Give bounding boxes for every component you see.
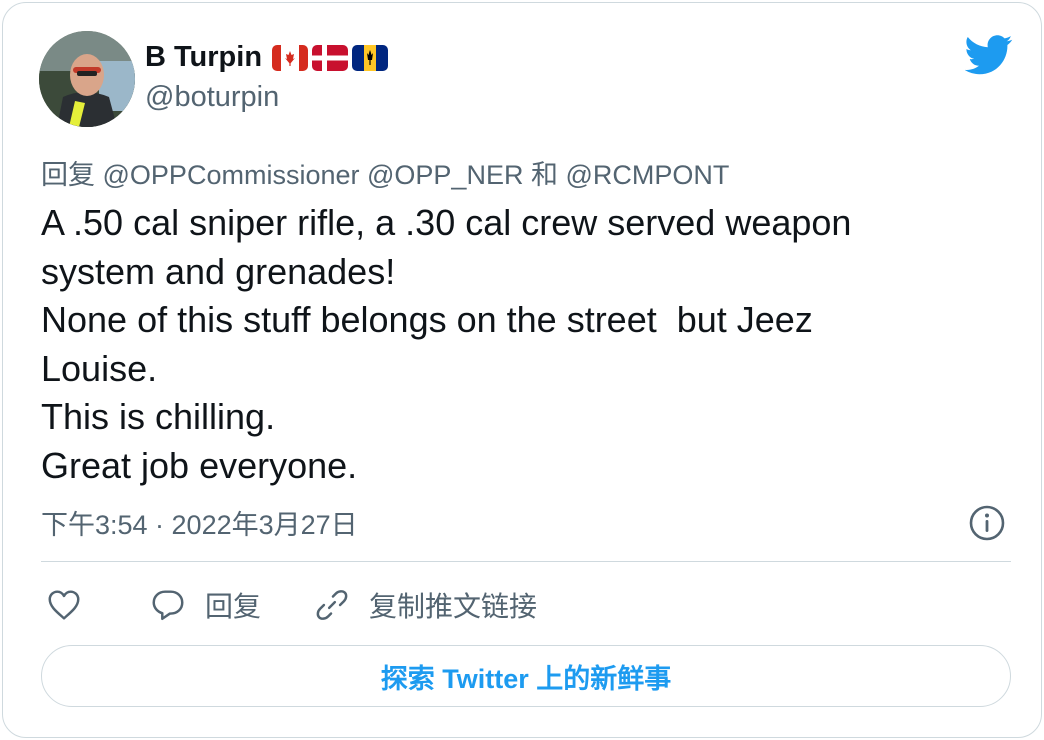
like-button[interactable] [45, 585, 83, 625]
author-handle[interactable]: @boturpin [145, 81, 279, 114]
tweet-line: system and grenades! [41, 250, 396, 292]
flag-group [272, 44, 389, 71]
twitter-bird-icon[interactable] [965, 35, 1013, 75]
barbados-flag-icon [352, 44, 389, 71]
tweet-line: None of this stuff belongs on the street… [41, 299, 813, 340]
comment-icon [152, 590, 184, 621]
reply-conjunction: 和 [530, 160, 558, 190]
tweet-line: This is chilling. [41, 396, 276, 437]
heart-icon [48, 590, 80, 620]
reply-label: 回复 [205, 591, 262, 622]
author-name-row[interactable]: B Turpin [145, 41, 389, 74]
tweet-line: Louise. [41, 347, 158, 389]
copy-link-button[interactable]: 复制推文链接 [313, 585, 537, 625]
reply-handle-opp-commissioner[interactable]: @OPPCommissioner [103, 160, 360, 190]
author-name[interactable]: B Turpin [145, 41, 262, 74]
tweet-card: B Turpin @boturpin 回复 @OPPCommissioner @… [2, 2, 1042, 738]
tweet-line: Great job everyone. [41, 444, 358, 486]
denmark-flag-icon [312, 44, 349, 71]
info-icon[interactable] [967, 503, 1007, 543]
reply-handle-rcmpont[interactable]: @RCMPONT [565, 160, 729, 190]
reply-prefix: 回复 [41, 160, 95, 190]
tweet-line: A .50 cal sniper rifle, a .30 cal crew s… [41, 202, 852, 243]
divider [41, 561, 1011, 562]
tweet-text: A .50 cal sniper rifle, a .30 cal crew s… [41, 199, 1001, 490]
copy-link-label: 复制推文链接 [369, 591, 538, 622]
explore-twitter-button[interactable]: 探索 Twitter 上的新鲜事 [41, 645, 1011, 707]
tweet-timestamp[interactable]: 下午3:54 · 2022年3月27日 [41, 503, 358, 542]
reply-handle-opp-ner[interactable]: @OPP_NER [367, 160, 523, 190]
canada-flag-icon [272, 44, 309, 71]
avatar[interactable] [39, 31, 135, 127]
reply-context: 回复 @OPPCommissioner @OPP_NER 和 @RCMPONT [41, 153, 729, 192]
reply-button[interactable]: 回复 [149, 585, 261, 625]
link-icon [316, 590, 348, 620]
